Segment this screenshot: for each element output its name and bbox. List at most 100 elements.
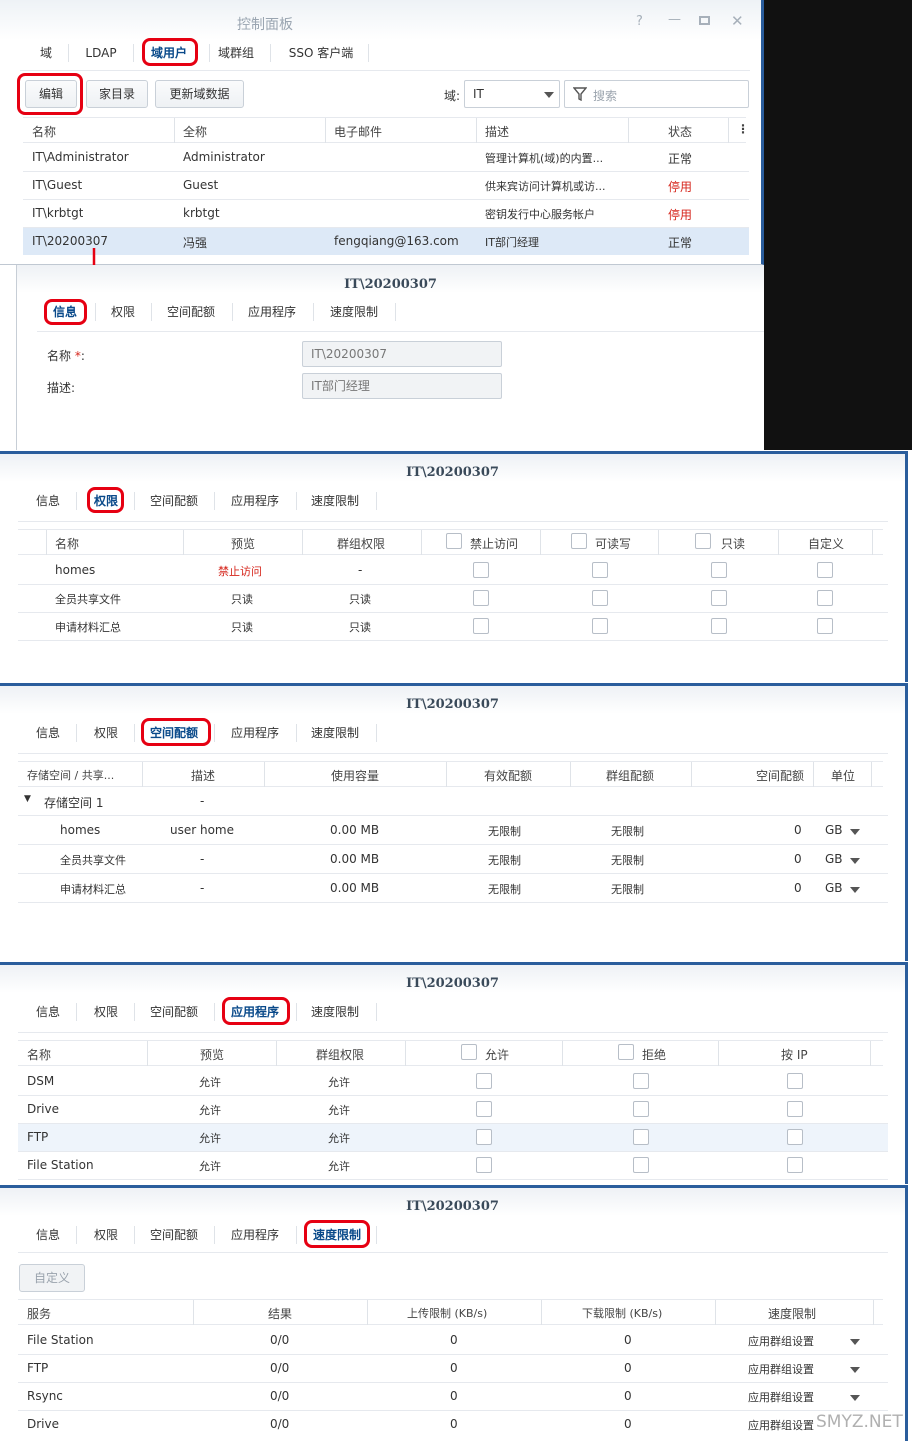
col-name[interactable]: 名称 [32,123,56,140]
tab-permissions[interactable]: 权限 [86,997,126,1027]
deny-checkbox[interactable] [473,590,489,606]
chevron-down-icon[interactable] [850,1395,860,1401]
table-row-unit[interactable]: GB [825,852,843,866]
col-speed-limit[interactable]: 速度限制 [768,1305,816,1322]
col-name[interactable]: 名称 [27,1046,51,1063]
tab-applications[interactable]: 应用程序 [222,486,288,516]
col-preview[interactable]: 预览 [231,535,255,552]
col-group-permission[interactable]: 群组权限 [337,535,385,552]
by-ip-checkbox[interactable] [787,1101,803,1117]
table-row-name[interactable]: IT\Administrator [32,150,129,164]
col-unit[interactable]: 单位 [831,767,855,784]
col-service[interactable]: 服务 [27,1305,51,1322]
chevron-down-icon[interactable] [850,858,860,864]
read-write-all-checkbox[interactable] [571,533,587,549]
deny-checkbox[interactable] [473,618,489,634]
tab-applications[interactable]: 应用程序 [222,718,288,748]
tab-permissions[interactable]: 权限 [86,1220,126,1250]
col-result[interactable]: 结果 [268,1305,292,1322]
allow-checkbox[interactable] [476,1101,492,1117]
tab-speed-limit[interactable]: 速度限制 [302,718,368,748]
read-only-checkbox[interactable] [711,590,727,606]
tab-quota[interactable]: 空间配额 [142,1220,206,1250]
search-field[interactable]: 搜索 [564,80,749,108]
table-row-quota[interactable]: 0 [794,823,802,837]
tab-domain[interactable]: 域 [28,38,64,68]
tab-quota[interactable]: 空间配额 [142,486,206,516]
expand-caret-icon[interactable]: ▼ [24,794,31,804]
tab-speed-limit[interactable]: 速度限制 [321,297,387,327]
allow-checkbox[interactable] [476,1157,492,1173]
tab-info[interactable]: 信息 [28,718,68,748]
tab-permissions[interactable]: 权限 [86,718,126,748]
tab-domain-groups[interactable]: 域群组 [216,38,256,68]
col-upload-limit[interactable]: 上传限制 (KB/s) [407,1305,487,1321]
name-field[interactable]: IT\20200307 [302,341,502,367]
deny-all-checkbox[interactable] [446,533,462,549]
tab-info[interactable]: 信息 [28,486,68,516]
tab-info[interactable]: 信息 [28,997,68,1027]
table-row-name[interactable]: IT\20200307 [32,234,108,248]
tab-permissions[interactable]: 权限 [103,297,143,327]
minimize-icon[interactable]: — [668,12,681,27]
tab-applications[interactable]: 应用程序 [239,297,305,327]
table-row-limit[interactable]: 应用群组设置 [748,1333,814,1349]
table-row-limit[interactable]: 应用群组设置 [748,1417,814,1433]
col-storage-share[interactable]: 存储空间 / 共享... [27,767,139,783]
chevron-down-icon[interactable] [850,887,860,893]
close-icon[interactable]: ✕ [731,12,744,30]
table-row-name[interactable]: IT\Guest [32,178,82,192]
allow-all-checkbox[interactable] [461,1044,477,1060]
col-email[interactable]: 电子邮件 [334,123,382,140]
table-row-quota[interactable]: 0 [794,852,802,866]
col-fullname[interactable]: 全称 [183,123,207,140]
read-write-checkbox[interactable] [592,618,608,634]
col-description[interactable]: 描述 [485,123,509,140]
custom-checkbox[interactable] [817,618,833,634]
custom-checkbox[interactable] [817,590,833,606]
tab-ldap[interactable]: LDAP [76,38,126,68]
allow-checkbox[interactable] [476,1129,492,1145]
read-write-checkbox[interactable] [592,590,608,606]
tab-sso-client[interactable]: SSO 客户端 [278,38,364,68]
update-domain-data-button[interactable]: 更新域数据 [155,80,244,108]
col-group-quota[interactable]: 群组配额 [606,767,654,784]
home-directory-button[interactable]: 家目录 [86,80,148,108]
tab-speed-limit[interactable]: 速度限制 [302,486,368,516]
deny-checkbox[interactable] [633,1073,649,1089]
col-used[interactable]: 使用容量 [331,767,379,784]
read-only-checkbox[interactable] [711,618,727,634]
col-effective-quota[interactable]: 有效配额 [484,767,532,784]
table-row-quota[interactable]: 0 [794,881,802,895]
column-menu-icon[interactable]: ⋮ [737,122,749,136]
deny-checkbox[interactable] [633,1101,649,1117]
chevron-down-icon[interactable] [850,1367,860,1373]
deny-checkbox[interactable] [473,562,489,578]
table-row-limit[interactable]: 应用群组设置 [748,1361,814,1377]
col-preview[interactable]: 预览 [200,1046,224,1063]
tab-applications[interactable]: 应用程序 [222,1220,288,1250]
deny-checkbox[interactable] [633,1157,649,1173]
col-name[interactable]: 名称 [55,535,79,552]
by-ip-checkbox[interactable] [787,1073,803,1089]
chevron-down-icon[interactable] [850,1339,860,1345]
col-description[interactable]: 描述 [191,767,215,784]
read-only-all-checkbox[interactable] [695,533,711,549]
help-icon[interactable]: ? [636,14,643,29]
read-only-checkbox[interactable] [711,562,727,578]
tab-info[interactable]: 信息 [28,1220,68,1250]
tab-speed-limit[interactable]: 速度限制 [302,997,368,1027]
allow-checkbox[interactable] [476,1073,492,1089]
read-write-checkbox[interactable] [592,562,608,578]
by-ip-checkbox[interactable] [787,1129,803,1145]
table-row-unit[interactable]: GB [825,881,843,895]
custom-button[interactable]: 自定义 [19,1264,85,1292]
col-download-limit[interactable]: 下载限制 (KB/s) [582,1305,662,1321]
table-row-limit[interactable]: 应用群组设置 [748,1389,814,1405]
col-group-permission[interactable]: 群组权限 [316,1046,364,1063]
chevron-down-icon[interactable] [850,829,860,835]
maximize-icon[interactable] [699,16,710,25]
col-space-quota[interactable]: 空间配额 [756,767,804,784]
table-row-name[interactable]: IT\krbtgt [32,206,83,220]
tab-quota[interactable]: 空间配额 [159,297,223,327]
